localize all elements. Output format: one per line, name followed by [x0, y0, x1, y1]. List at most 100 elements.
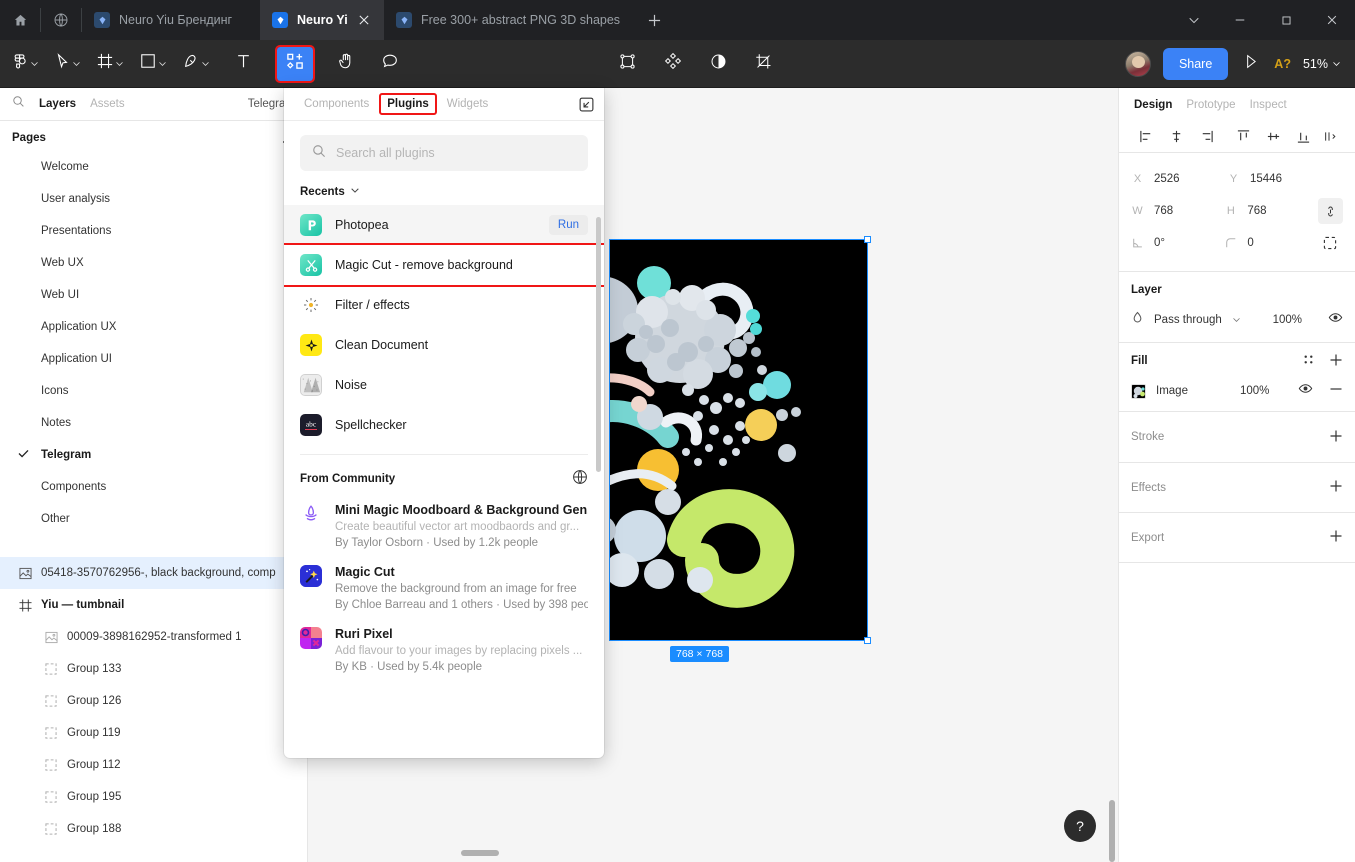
link-icon[interactable]	[1317, 198, 1343, 224]
tab-layers[interactable]: Layers	[39, 98, 76, 110]
tab-assets[interactable]: Assets	[90, 98, 125, 110]
layer-row[interactable]: 00009-3898162952-transformed 1	[0, 621, 307, 653]
minus-icon[interactable]	[1329, 382, 1343, 401]
tab-plugins[interactable]: Plugins	[379, 93, 437, 115]
accessibility-badge[interactable]: A?	[1274, 57, 1291, 71]
h-field[interactable]: H 768	[1224, 205, 1317, 217]
minimize-icon[interactable]	[1217, 0, 1263, 40]
canvas-vertical-scrollbar[interactable]	[1109, 800, 1115, 862]
eye-icon[interactable]	[1298, 381, 1313, 401]
user-avatar[interactable]	[1124, 50, 1151, 77]
browser-tab[interactable]: Neuro Yiu Брендинг	[82, 0, 260, 40]
independent-corners-icon[interactable]	[1318, 230, 1343, 256]
page-item[interactable]: Icons	[0, 375, 307, 407]
recents-section-header[interactable]: Recents	[284, 171, 604, 205]
plus-icon[interactable]	[1329, 429, 1343, 446]
w-field[interactable]: W 768	[1131, 205, 1224, 217]
layer-row[interactable]: Group 133	[0, 653, 307, 685]
expand-arrow-icon[interactable]	[579, 97, 594, 112]
resize-handle-bottom-right[interactable]	[864, 637, 871, 644]
layer-row[interactable]: Group 112	[0, 749, 307, 781]
help-button[interactable]: ?	[1064, 810, 1096, 842]
globe-icon[interactable]	[572, 469, 588, 488]
layer-opacity-value[interactable]: 100%	[1273, 314, 1302, 326]
page-item[interactable]: Application UX	[0, 311, 307, 343]
community-plugin-row[interactable]: Ruri Pixel Add flavour to your images by…	[284, 619, 604, 681]
canvas-horizontal-scrollbar[interactable]	[461, 850, 499, 856]
align-vertical-center-icon[interactable]	[1258, 124, 1288, 150]
search-icon[interactable]	[12, 95, 25, 113]
align-bottom-icon[interactable]	[1289, 124, 1319, 150]
tab-prototype[interactable]: Prototype	[1186, 99, 1235, 111]
plus-icon[interactable]	[1329, 479, 1343, 496]
present-button[interactable]	[1240, 48, 1262, 80]
shape-tool[interactable]	[136, 48, 169, 80]
blend-mode-value[interactable]: Pass through	[1154, 314, 1222, 326]
align-horizontal-center-icon[interactable]	[1161, 124, 1191, 150]
close-icon[interactable]	[356, 12, 372, 28]
page-item-current[interactable]: Telegram	[0, 439, 307, 471]
align-left-icon[interactable]	[1131, 124, 1161, 150]
plugins-search-box[interactable]	[300, 135, 588, 171]
share-button[interactable]: Share	[1162, 47, 1229, 80]
frame-tool[interactable]	[93, 48, 126, 80]
page-item[interactable]: User analysis	[0, 183, 307, 215]
rotation-field[interactable]: 0°	[1131, 237, 1224, 249]
plugin-row-spellchecker[interactable]: abc Spellchecker	[284, 405, 604, 445]
hand-tool[interactable]	[333, 48, 359, 80]
layer-row[interactable]: Group 126	[0, 685, 307, 717]
eye-icon[interactable]	[1328, 310, 1343, 330]
layer-row[interactable]: 05418-3570762956-, black background, com…	[0, 557, 307, 589]
plugins-panel-scrollbar[interactable]	[596, 217, 601, 472]
globe-icon[interactable]	[41, 0, 81, 40]
zoom-control[interactable]: 51%	[1303, 57, 1341, 71]
page-item[interactable]: Application UI	[0, 343, 307, 375]
tab-inspect[interactable]: Inspect	[1250, 99, 1287, 111]
home-icon[interactable]	[0, 0, 40, 40]
selected-image-artboard[interactable]	[609, 236, 871, 644]
contrast-tool[interactable]	[706, 48, 731, 80]
new-tab-button[interactable]	[634, 0, 674, 40]
tab-widgets[interactable]: Widgets	[441, 95, 495, 113]
page-item[interactable]: Welcome	[0, 151, 307, 183]
close-icon[interactable]	[1309, 0, 1355, 40]
fill-item-opacity[interactable]: 100%	[1240, 385, 1269, 397]
browser-tab[interactable]: Free 300+ abstract PNG 3D shapes (Com	[384, 0, 634, 40]
page-item[interactable]: Web UI	[0, 279, 307, 311]
plus-icon[interactable]	[1329, 353, 1343, 370]
maximize-icon[interactable]	[1263, 0, 1309, 40]
plugin-row-clean-document[interactable]: Clean Document	[284, 325, 604, 365]
move-tool[interactable]	[51, 48, 83, 80]
page-item[interactable]: Notes	[0, 407, 307, 439]
corner-radius-field[interactable]: 0	[1224, 237, 1317, 249]
y-field[interactable]: Y 15446	[1227, 173, 1323, 185]
comment-tool[interactable]	[377, 48, 403, 80]
page-item[interactable]: Web UX	[0, 247, 307, 279]
layer-row[interactable]: Yiu — tumbnail	[0, 589, 307, 621]
layer-row[interactable]: Group 119	[0, 717, 307, 749]
plugin-row-magic-cut[interactable]: Magic Cut - remove background	[284, 243, 604, 287]
crop-tool[interactable]	[751, 48, 776, 80]
search-input[interactable]	[336, 146, 576, 160]
pen-tool[interactable]	[179, 48, 212, 80]
community-plugin-row[interactable]: Mini Magic Moodboard & Background Gen...…	[284, 495, 604, 557]
plugin-row-noise[interactable]: Noise	[284, 365, 604, 405]
browser-tab-active[interactable]: Neuro Yiu	[260, 0, 384, 40]
tab-components[interactable]: Components	[298, 95, 375, 113]
chevron-down-icon[interactable]	[1171, 0, 1217, 40]
tab-design[interactable]: Design	[1134, 99, 1172, 111]
align-top-icon[interactable]	[1228, 124, 1258, 150]
text-tool[interactable]	[232, 48, 255, 80]
x-field[interactable]: X 2526	[1131, 173, 1227, 185]
plus-icon[interactable]	[1329, 529, 1343, 546]
layer-row[interactable]: Group 195	[0, 781, 307, 813]
plugin-row-photopea[interactable]: Photopea Run	[284, 205, 604, 245]
resize-handle-top-right[interactable]	[864, 236, 871, 243]
fill-image-thumbnail[interactable]	[1131, 383, 1146, 399]
figma-menu-button[interactable]	[8, 48, 41, 80]
mask-tool[interactable]	[615, 48, 640, 80]
page-item[interactable]: Other	[0, 503, 307, 535]
component-tool[interactable]	[660, 48, 686, 80]
align-right-icon[interactable]	[1192, 124, 1222, 150]
plugin-row-filter-effects[interactable]: Filter / effects	[284, 285, 604, 325]
